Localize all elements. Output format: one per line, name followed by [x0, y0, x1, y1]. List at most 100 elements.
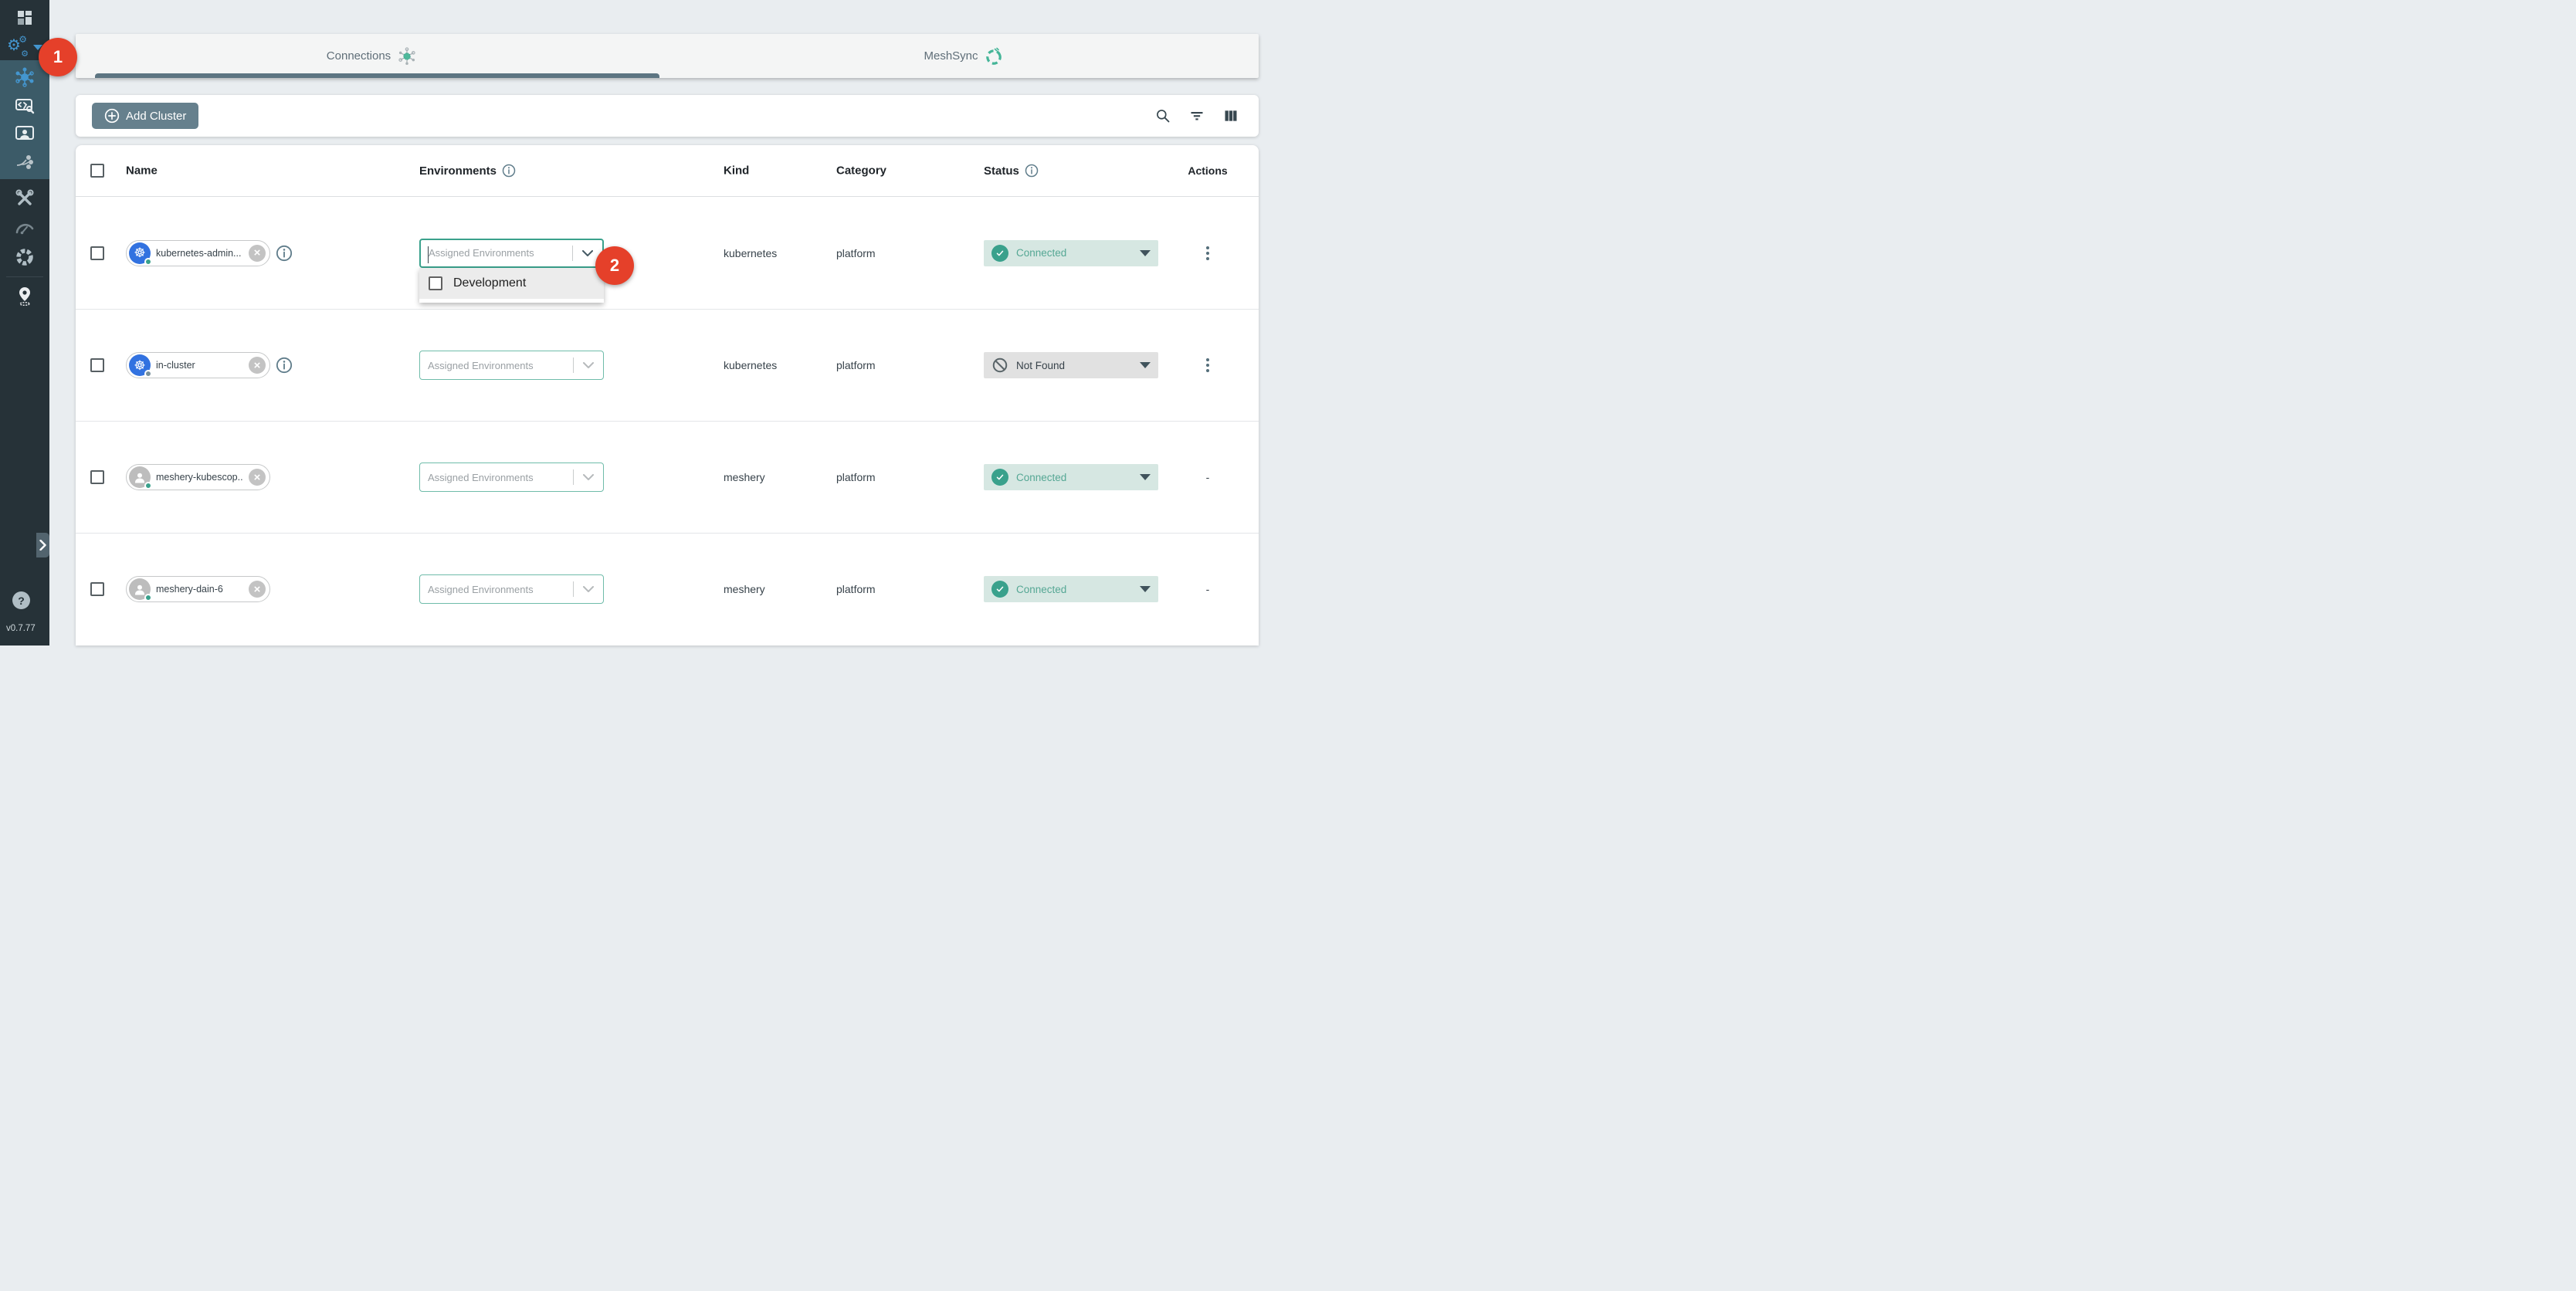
connection-chip[interactable]: ☸ kubernetes-admin... ×: [126, 240, 270, 266]
header-environments: Environments: [419, 164, 497, 178]
remove-connection-icon[interactable]: ×: [249, 357, 266, 374]
environments-input[interactable]: [420, 360, 573, 371]
environments-select[interactable]: [419, 351, 604, 380]
select-all-checkbox[interactable]: [90, 164, 104, 178]
option-checkbox[interactable]: [429, 276, 442, 290]
connections-tab-icon: [398, 47, 416, 66]
table-row: meshery-kubescop... × meshery platform C…: [76, 421, 1259, 533]
sidebar-item-performance[interactable]: [0, 213, 49, 242]
help-button[interactable]: ?: [12, 591, 30, 609]
connected-check-icon: [991, 581, 1008, 598]
connection-info-icon[interactable]: [276, 245, 293, 262]
connection-chip[interactable]: ☸ in-cluster ×: [126, 352, 270, 378]
status-badge[interactable]: Connected: [984, 240, 1158, 266]
crossed-wrenches-icon: [15, 188, 35, 208]
annotation-step-2: 2: [595, 246, 634, 285]
extensions-ring-icon: [15, 247, 35, 267]
status-badge[interactable]: Connected: [984, 464, 1158, 490]
filter-icon[interactable]: [1189, 108, 1205, 124]
remove-connection-icon[interactable]: ×: [249, 245, 266, 262]
environments-select[interactable]: [419, 574, 604, 604]
table-toolbar: Add Cluster: [76, 95, 1259, 137]
connections-table: Name Environments Kind Category Status A…: [76, 145, 1259, 646]
view-columns-icon[interactable]: [1223, 108, 1239, 124]
not-found-block-icon: [991, 357, 1008, 374]
tab-meshsync-label: MeshSync: [924, 49, 978, 63]
meshsync-spinner-icon: [985, 47, 1002, 66]
code-wrench-icon: [15, 97, 35, 115]
row-actions-menu-button[interactable]: [1203, 243, 1212, 263]
sidebar-item-environments[interactable]: [0, 120, 49, 148]
dropdown-next-item-edge: [419, 299, 604, 303]
dashboard-icon: [15, 8, 34, 27]
connection-name: kubernetes-admin...: [156, 248, 243, 259]
avatar-person-icon: [129, 466, 151, 488]
kubernetes-logo-icon: ☸: [129, 242, 151, 264]
tab-meshsync[interactable]: MeshSync: [667, 34, 1259, 78]
sidebar-divider: [6, 276, 43, 277]
environments-input[interactable]: [421, 247, 572, 259]
screen-user-icon: [15, 124, 35, 143]
plus-circle-icon: [104, 108, 120, 124]
annotation-step-1: 1: [39, 38, 77, 76]
row-actions-menu-button[interactable]: [1203, 355, 1212, 375]
annotation-step-1-number: 1: [53, 47, 63, 67]
row-checkbox[interactable]: [90, 582, 104, 596]
environments-info-icon[interactable]: [502, 164, 516, 178]
sidebar-item-extensions[interactable]: [0, 242, 49, 272]
status-caret-icon: [1140, 474, 1151, 480]
status-dot-green: [144, 482, 152, 490]
environments-select[interactable]: [419, 463, 604, 492]
help-label: ?: [18, 595, 25, 607]
table-row: meshery-dain-6 × meshery platform Connec…: [76, 533, 1259, 645]
chevron-down-icon[interactable]: [574, 362, 603, 368]
sidebar-item-toolkit[interactable]: [0, 184, 49, 213]
category-value: platform: [836, 247, 876, 259]
dropdown-option-development[interactable]: Development: [419, 268, 604, 299]
version-label: v0.7.77: [6, 624, 36, 633]
table-row: ☸ in-cluster × kubernetes platfo: [76, 309, 1259, 421]
remove-connection-icon[interactable]: ×: [249, 581, 266, 598]
add-cluster-button[interactable]: Add Cluster: [92, 103, 198, 129]
status-label: Connected: [1016, 584, 1066, 595]
tabs-bar: Connections MeshSync: [76, 34, 1259, 78]
sidebar-item-adapters[interactable]: [0, 92, 49, 120]
sidebar-lifecycle-submenu: [0, 60, 49, 179]
chevron-down-icon[interactable]: [574, 474, 603, 480]
environments-select[interactable]: [419, 239, 604, 268]
connection-chip[interactable]: meshery-dain-6 ×: [126, 576, 270, 602]
status-info-icon[interactable]: [1025, 164, 1039, 178]
connection-info-icon[interactable]: [276, 357, 293, 374]
connection-chip[interactable]: meshery-kubescop... ×: [126, 464, 270, 490]
row-checkbox[interactable]: [90, 358, 104, 372]
kind-value: kubernetes: [724, 247, 777, 259]
sidebar-item-dashboard[interactable]: [0, 3, 49, 32]
header-actions: Actions: [1188, 164, 1227, 177]
status-label: Not Found: [1016, 360, 1065, 371]
row-checkbox[interactable]: [90, 246, 104, 260]
sidebar-item-remote-provider[interactable]: [0, 282, 49, 311]
tab-connections[interactable]: Connections: [76, 34, 667, 78]
remove-connection-icon[interactable]: ×: [249, 469, 266, 486]
status-badge[interactable]: Not Found: [984, 352, 1158, 378]
sidebar-expand-button[interactable]: [36, 533, 49, 557]
status-badge[interactable]: Connected: [984, 576, 1158, 602]
kind-value: meshery: [724, 583, 765, 595]
row-checkbox[interactable]: [90, 470, 104, 484]
pipeline-icon: [15, 153, 35, 171]
connected-check-icon: [991, 469, 1008, 486]
environments-input[interactable]: [420, 584, 573, 595]
status-caret-icon: [1140, 250, 1151, 256]
avatar-person-icon: [129, 578, 151, 600]
chevron-down-icon[interactable]: [574, 586, 603, 592]
speedometer-icon: [15, 220, 35, 235]
sidebar-item-workspaces[interactable]: [0, 148, 49, 177]
search-icon[interactable]: [1155, 108, 1171, 124]
kubernetes-logo-icon: ☸: [129, 354, 151, 376]
connection-name: meshery-dain-6: [156, 584, 243, 595]
environments-dropdown-menu: Development: [419, 268, 604, 303]
environments-input[interactable]: [420, 472, 573, 483]
header-name: Name: [126, 164, 158, 178]
status-dot-gray: [144, 370, 152, 378]
status-label: Connected: [1016, 472, 1066, 483]
